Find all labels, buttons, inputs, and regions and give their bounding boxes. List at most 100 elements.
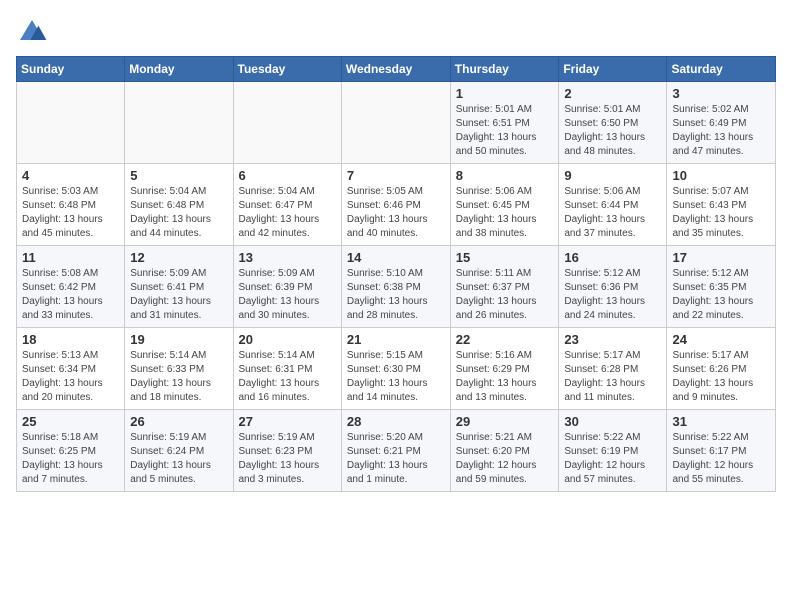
day-info: Sunrise: 5:13 AM Sunset: 6:34 PM Dayligh…: [22, 349, 119, 405]
header-cell-monday: Monday: [125, 57, 233, 82]
calendar-table: SundayMondayTuesdayWednesdayThursdayFrid…: [16, 56, 776, 492]
header-cell-thursday: Thursday: [450, 57, 559, 82]
day-info: Sunrise: 5:15 AM Sunset: 6:30 PM Dayligh…: [347, 349, 445, 405]
day-cell: 22Sunrise: 5:16 AM Sunset: 6:29 PM Dayli…: [450, 328, 559, 410]
day-cell: 15 Sunrise: 5:11 AM Sunset: 6:37 PM Dayli…: [450, 246, 559, 328]
week-row-3: 11 Sunrise: 5:08 AM Sunset: 6:42 PM Dayli…: [17, 246, 776, 328]
day-cell: 11 Sunrise: 5:08 AM Sunset: 6:42 PM Dayli…: [17, 246, 125, 328]
day-info: Sunrise: 5:14 AM Sunset: 6:33 PM Dayligh…: [130, 349, 227, 405]
day-number: 2: [564, 86, 661, 101]
day-info: Sunrise: 5:01 AM Sunset: 6:51 PM Dayligh…: [456, 103, 554, 159]
day-number: 18: [22, 332, 119, 347]
day-info: Sunrise: 5:11 AM Sunset: 6:37 PM Dayligh…: [456, 267, 554, 323]
day-number: 11: [22, 250, 119, 265]
day-info: Sunrise: 5:17 AM Sunset: 6:28 PM Dayligh…: [564, 349, 661, 405]
day-info: Sunrise: 5:07 AM Sunset: 6:43 PM Dayligh…: [672, 185, 770, 241]
week-row-4: 18 Sunrise: 5:13 AM Sunset: 6:34 PM Dayli…: [17, 328, 776, 410]
day-cell: 7 Sunrise: 5:05 AM Sunset: 6:46 PM Daylig…: [341, 164, 450, 246]
day-cell: 16Sunrise: 5:12 AM Sunset: 6:36 PM Dayli…: [559, 246, 667, 328]
logo-icon: [16, 16, 48, 48]
day-number: 13: [239, 250, 336, 265]
day-info: Sunrise: 5:20 AM Sunset: 6:21 PM Dayligh…: [347, 431, 445, 487]
day-info: Sunrise: 5:06 AM Sunset: 6:44 PM Dayligh…: [564, 185, 661, 241]
day-number: 23: [564, 332, 661, 347]
day-cell: 25Sunrise: 5:18 AM Sunset: 6:25 PM Dayli…: [17, 410, 125, 492]
day-info: Sunrise: 5:14 AM Sunset: 6:31 PM Dayligh…: [239, 349, 336, 405]
day-number: 6: [239, 168, 336, 183]
day-number: 19: [130, 332, 227, 347]
week-row-2: 4 Sunrise: 5:03 AM Sunset: 6:48 PM Daylig…: [17, 164, 776, 246]
day-cell: 26 Sunrise: 5:19 AM Sunset: 6:24 PM Dayli…: [125, 410, 233, 492]
day-cell: 17 Sunrise: 5:12 AM Sunset: 6:35 PM Dayli…: [667, 246, 776, 328]
day-number: 4: [22, 168, 119, 183]
calendar-body: 1 Sunrise: 5:01 AM Sunset: 6:51 PM Daylig…: [17, 82, 776, 492]
day-number: 25: [22, 414, 119, 429]
day-cell: 18 Sunrise: 5:13 AM Sunset: 6:34 PM Dayli…: [17, 328, 125, 410]
day-number: 24: [672, 332, 770, 347]
day-info: Sunrise: 5:17 AM Sunset: 6:26 PM Dayligh…: [672, 349, 770, 405]
day-cell: 3 Sunrise: 5:02 AM Sunset: 6:49 PM Daylig…: [667, 82, 776, 164]
day-cell: 24 Sunrise: 5:17 AM Sunset: 6:26 PM Dayli…: [667, 328, 776, 410]
day-number: 27: [239, 414, 336, 429]
header-cell-friday: Friday: [559, 57, 667, 82]
day-info: Sunrise: 5:05 AM Sunset: 6:46 PM Dayligh…: [347, 185, 445, 241]
day-cell: 1 Sunrise: 5:01 AM Sunset: 6:51 PM Daylig…: [450, 82, 559, 164]
day-cell: 31 Sunrise: 5:22 AM Sunset: 6:17 PM Dayli…: [667, 410, 776, 492]
day-info: Sunrise: 5:09 AM Sunset: 6:41 PM Dayligh…: [130, 267, 227, 323]
day-number: 21: [347, 332, 445, 347]
day-cell: [341, 82, 450, 164]
day-info: Sunrise: 5:04 AM Sunset: 6:47 PM Dayligh…: [239, 185, 336, 241]
day-info: Sunrise: 5:22 AM Sunset: 6:19 PM Dayligh…: [564, 431, 661, 487]
day-info: Sunrise: 5:19 AM Sunset: 6:23 PM Dayligh…: [239, 431, 336, 487]
day-cell: 19 Sunrise: 5:14 AM Sunset: 6:33 PM Dayli…: [125, 328, 233, 410]
day-cell: 12 Sunrise: 5:09 AM Sunset: 6:41 PM Dayli…: [125, 246, 233, 328]
header-cell-saturday: Saturday: [667, 57, 776, 82]
day-info: Sunrise: 5:21 AM Sunset: 6:20 PM Dayligh…: [456, 431, 554, 487]
day-info: Sunrise: 5:19 AM Sunset: 6:24 PM Dayligh…: [130, 431, 227, 487]
day-cell: 28Sunrise: 5:20 AM Sunset: 6:21 PM Dayli…: [341, 410, 450, 492]
day-info: Sunrise: 5:16 AM Sunset: 6:29 PM Dayligh…: [456, 349, 554, 405]
day-cell: [125, 82, 233, 164]
day-info: Sunrise: 5:04 AM Sunset: 6:48 PM Dayligh…: [130, 185, 227, 241]
day-cell: [233, 82, 341, 164]
page-header: [16, 16, 776, 48]
day-info: Sunrise: 5:08 AM Sunset: 6:42 PM Dayligh…: [22, 267, 119, 323]
day-number: 17: [672, 250, 770, 265]
day-number: 1: [456, 86, 554, 101]
header-row: SundayMondayTuesdayWednesdayThursdayFrid…: [17, 57, 776, 82]
day-cell: 27 Sunrise: 5:19 AM Sunset: 6:23 PM Dayli…: [233, 410, 341, 492]
day-cell: 23 Sunrise: 5:17 AM Sunset: 6:28 PM Dayli…: [559, 328, 667, 410]
day-info: Sunrise: 5:10 AM Sunset: 6:38 PM Dayligh…: [347, 267, 445, 323]
day-number: 12: [130, 250, 227, 265]
day-info: Sunrise: 5:22 AM Sunset: 6:17 PM Dayligh…: [672, 431, 770, 487]
day-cell: 14 Sunrise: 5:10 AM Sunset: 6:38 PM Dayli…: [341, 246, 450, 328]
header-cell-wednesday: Wednesday: [341, 57, 450, 82]
day-number: 26: [130, 414, 227, 429]
day-info: Sunrise: 5:09 AM Sunset: 6:39 PM Dayligh…: [239, 267, 336, 323]
day-number: 8: [456, 168, 554, 183]
day-number: 29: [456, 414, 554, 429]
day-number: 9: [564, 168, 661, 183]
day-cell: 13 Sunrise: 5:09 AM Sunset: 6:39 PM Dayli…: [233, 246, 341, 328]
day-cell: 4 Sunrise: 5:03 AM Sunset: 6:48 PM Daylig…: [17, 164, 125, 246]
day-info: Sunrise: 5:12 AM Sunset: 6:35 PM Dayligh…: [672, 267, 770, 323]
day-number: 30: [564, 414, 661, 429]
day-cell: 29 Sunrise: 5:21 AM Sunset: 6:20 PM Dayli…: [450, 410, 559, 492]
day-cell: 10 Sunrise: 5:07 AM Sunset: 6:43 PM Dayli…: [667, 164, 776, 246]
day-number: 10: [672, 168, 770, 183]
day-info: Sunrise: 5:01 AM Sunset: 6:50 PM Dayligh…: [564, 103, 661, 159]
day-number: 31: [672, 414, 770, 429]
day-info: Sunrise: 5:12 AM Sunset: 6:36 PM Dayligh…: [564, 267, 661, 323]
day-info: Sunrise: 5:02 AM Sunset: 6:49 PM Dayligh…: [672, 103, 770, 159]
day-number: 20: [239, 332, 336, 347]
day-number: 15: [456, 250, 554, 265]
day-cell: 5Sunrise: 5:04 AM Sunset: 6:48 PM Daylig…: [125, 164, 233, 246]
day-info: Sunrise: 5:03 AM Sunset: 6:48 PM Dayligh…: [22, 185, 119, 241]
day-number: 7: [347, 168, 445, 183]
day-number: 14: [347, 250, 445, 265]
header-cell-sunday: Sunday: [17, 57, 125, 82]
day-cell: 21 Sunrise: 5:15 AM Sunset: 6:30 PM Dayli…: [341, 328, 450, 410]
calendar-header: SundayMondayTuesdayWednesdayThursdayFrid…: [17, 57, 776, 82]
header-cell-tuesday: Tuesday: [233, 57, 341, 82]
day-number: 3: [672, 86, 770, 101]
